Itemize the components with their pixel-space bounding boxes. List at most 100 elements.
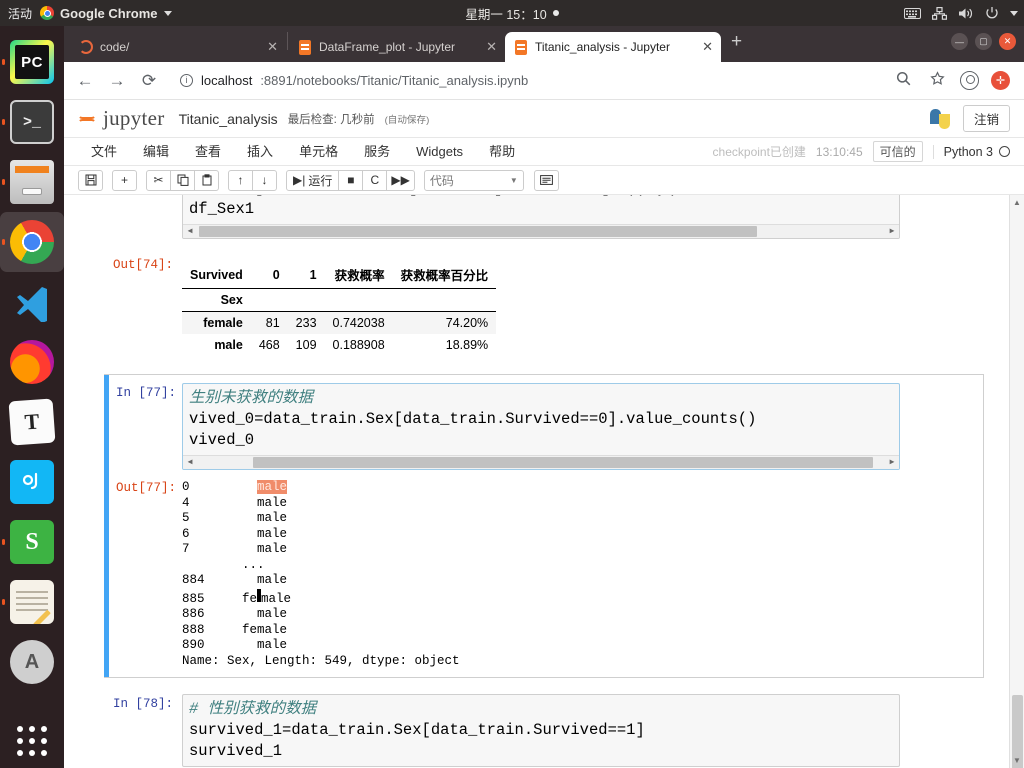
paste-cell-button[interactable] xyxy=(194,169,219,191)
output-line: 888 female xyxy=(182,622,288,637)
table-cell: 74.20% xyxy=(445,316,489,330)
site-info-icon[interactable]: i xyxy=(180,74,193,87)
scroll-track[interactable] xyxy=(197,457,885,468)
code-editor[interactable]: df_Sex1[ '获救概率百分比' ]=df_Sex1[ '获救概率' ].a… xyxy=(182,195,900,239)
notebook-cell-74-output[interactable]: Out[74]: Survived 0 1 获救概率 获救概率百分比 Sex f… xyxy=(104,243,984,360)
horizontal-scrollbar[interactable]: ◀ ▶ xyxy=(183,224,899,238)
dock-item-google-chrome[interactable] xyxy=(0,212,64,272)
reload-button[interactable]: ⟳ xyxy=(138,71,160,91)
system-tray[interactable] xyxy=(904,0,1018,26)
close-button[interactable]: ✕ xyxy=(999,33,1016,50)
browser-tab-dataframe-plot[interactable]: DataFrame_plot - Jupyter ✕ xyxy=(289,32,505,62)
dock-item-typora[interactable]: T xyxy=(0,392,64,452)
bookmark-star-icon[interactable] xyxy=(926,70,948,91)
forward-button[interactable]: → xyxy=(106,71,128,91)
notebook-cell-77[interactable]: In [77]: 生别未获救的数据 vived_0=data_train.Sex… xyxy=(104,374,984,678)
code-editor[interactable]: 生别未获救的数据 vived_0=data_train.Sex[data_tra… xyxy=(182,383,900,470)
scroll-left-arrow-icon[interactable]: ◀ xyxy=(183,452,197,469)
files-icon xyxy=(10,160,54,204)
tab-close-icon[interactable]: ✕ xyxy=(702,39,713,55)
chevron-down-icon[interactable] xyxy=(1010,10,1018,16)
table-index-name-row: Sex xyxy=(182,288,497,312)
power-icon[interactable] xyxy=(985,6,999,20)
dock-item-pycharm[interactable]: PC xyxy=(0,32,64,92)
dock-item-files[interactable] xyxy=(0,152,64,212)
menu-help[interactable]: 帮助 xyxy=(476,138,528,166)
restart-run-all-button[interactable]: ▶▶ xyxy=(386,169,415,191)
cell-in-prompt: In [78]: xyxy=(112,697,173,711)
logout-button[interactable]: 注销 xyxy=(962,105,1010,132)
network-icon[interactable] xyxy=(932,6,947,20)
kernel-name: Python 3 xyxy=(943,144,993,159)
notebook-scroll-area[interactable]: df_Sex1[ '获救概率百分比' ]=df_Sex1[ '获救概率' ].a… xyxy=(64,195,1024,768)
maximize-button[interactable]: ▢ xyxy=(975,33,992,50)
dock-item-notes[interactable] xyxy=(0,572,64,632)
scroll-left-arrow-icon[interactable]: ◀ xyxy=(183,221,197,238)
activities-button[interactable]: 活动 xyxy=(8,5,32,22)
output-line: 890 male xyxy=(182,638,288,652)
notebook-cell-74-input[interactable]: df_Sex1[ '获救概率百分比' ]=df_Sex1[ '获救概率' ].a… xyxy=(104,195,984,243)
command-palette-button[interactable] xyxy=(533,169,559,191)
browser-tab-code[interactable]: code/ ✕ xyxy=(70,32,286,62)
interrupt-kernel-button[interactable]: ■ xyxy=(338,169,364,191)
code-editor[interactable]: # 性别获救的数据 survived_1=data_train.Sex[data… xyxy=(182,694,900,767)
dock-item-archive-manager[interactable]: A xyxy=(0,632,64,692)
dock-item-firefox[interactable] xyxy=(0,332,64,392)
app-menu-chrome[interactable]: Google Chrome xyxy=(40,6,172,21)
volume-icon[interactable] xyxy=(958,7,974,20)
gnome-top-bar: 活动 Google Chrome 星期一 15：10 xyxy=(0,0,1024,26)
copy-cell-button[interactable] xyxy=(170,169,195,191)
notebook-cell-78-input[interactable]: In [78]: # 性别获救的数据 survived_1=data_train… xyxy=(104,690,984,768)
kernel-indicator[interactable]: Python 3 xyxy=(932,144,1010,159)
clock-button[interactable]: 星期一 15：10 xyxy=(392,4,632,23)
minimize-button[interactable]: — xyxy=(951,33,968,50)
dock-item-sublime-text[interactable]: S xyxy=(0,512,64,572)
jupyter-logo[interactable]: jupyter xyxy=(76,106,165,131)
menu-edit[interactable]: 编辑 xyxy=(130,138,182,166)
scroll-down-arrow-icon[interactable]: ▼ xyxy=(1010,753,1024,768)
dock-item-vs-code[interactable] xyxy=(0,272,64,332)
scroll-track[interactable] xyxy=(197,226,885,237)
scroll-right-arrow-icon[interactable]: ▶ xyxy=(885,452,899,469)
restart-kernel-button[interactable]: C xyxy=(362,169,388,191)
horizontal-scrollbar[interactable]: ◀ ▶ xyxy=(183,455,899,469)
scroll-up-arrow-icon[interactable]: ▲ xyxy=(1010,195,1024,210)
insert-cell-button[interactable]: + xyxy=(112,169,137,191)
move-cell-down-button[interactable]: ↓ xyxy=(252,169,277,191)
app-menu-label: Google Chrome xyxy=(60,5,158,21)
move-cell-up-button[interactable]: ↑ xyxy=(228,169,253,191)
ubuntu-dock: PC >_ T S A xyxy=(0,26,64,768)
extension-icon[interactable]: ✛ xyxy=(991,71,1010,90)
menu-kernel[interactable]: 服务 xyxy=(351,138,403,166)
scroll-right-arrow-icon[interactable]: ▶ xyxy=(885,221,899,238)
code-line: survived_1 xyxy=(189,742,283,760)
menu-widgets[interactable]: Widgets xyxy=(403,138,476,166)
address-bar[interactable]: i localhost:8891/notebooks/Titanic/Titan… xyxy=(170,68,882,94)
menu-file[interactable]: 文件 xyxy=(78,138,130,166)
browser-tab-titanic-analysis[interactable]: Titanic_analysis - Jupyter ✕ xyxy=(505,32,721,62)
dock-item-qq[interactable] xyxy=(0,452,64,512)
cell-type-select[interactable]: 代码 ▼ xyxy=(423,169,524,191)
trusted-badge[interactable]: 可信的 xyxy=(872,141,923,162)
show-applications-button[interactable] xyxy=(0,726,64,756)
cut-cell-button[interactable]: ✂ xyxy=(146,169,171,191)
qq-icon xyxy=(10,460,54,504)
tab-close-icon[interactable]: ✕ xyxy=(267,39,278,55)
notebook-name[interactable]: Titanic_analysis xyxy=(179,111,278,127)
search-icon[interactable] xyxy=(892,71,914,91)
table-cell: 468 xyxy=(258,338,280,352)
tab-close-icon[interactable]: ✕ xyxy=(486,39,497,55)
profile-icon[interactable] xyxy=(960,71,979,90)
menu-view[interactable]: 查看 xyxy=(182,138,234,166)
menu-insert[interactable]: 插入 xyxy=(234,138,286,166)
save-button[interactable] xyxy=(78,169,103,191)
menu-cell[interactable]: 单元格 xyxy=(286,138,351,166)
output-line: 886 male xyxy=(182,607,288,621)
keyboard-icon[interactable] xyxy=(904,7,921,19)
code-line: vived_0 xyxy=(189,431,255,449)
dock-item-terminal[interactable]: >_ xyxy=(0,92,64,152)
vertical-scrollbar[interactable]: ▲ ▼ xyxy=(1009,195,1024,768)
new-tab-button[interactable]: + xyxy=(721,31,752,57)
run-cell-button[interactable]: ▶| 运行 xyxy=(286,169,340,191)
back-button[interactable]: ← xyxy=(74,71,96,91)
